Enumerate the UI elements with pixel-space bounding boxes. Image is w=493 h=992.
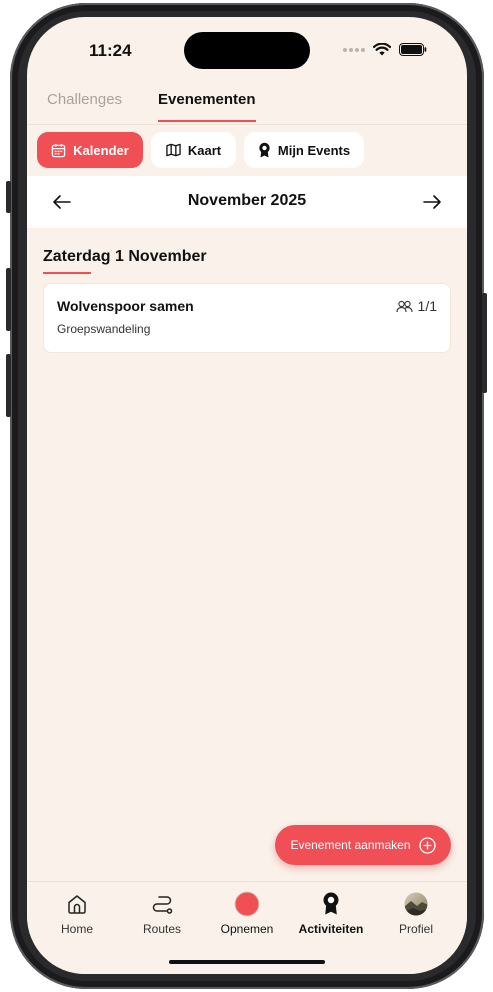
participant-count-value: 1/1 [417, 298, 437, 314]
award-icon [323, 892, 339, 915]
nav-routes-label: Routes [142, 922, 182, 936]
day-heading: Zaterdag 1 November [43, 248, 207, 265]
filter-mijn-events-label: Mijn Events [277, 142, 351, 158]
volume-down-button [6, 354, 11, 417]
nav-profiel[interactable]: Profiel [372, 890, 460, 936]
calendar-icon [51, 143, 66, 157]
tab-evenementen[interactable]: Evenementen [158, 91, 256, 108]
nav-opnemen[interactable]: Opnemen [203, 890, 291, 936]
filter-mijn-events[interactable]: Mijn Events [244, 132, 364, 168]
badge-icon [259, 142, 270, 158]
wifi-icon [373, 43, 391, 56]
month-navigator: November 2025 [27, 176, 467, 228]
filter-kalender-label: Kalender [73, 142, 129, 158]
filter-kaart-label: Kaart [187, 142, 222, 158]
nav-profiel-label: Profiel [398, 922, 433, 936]
nav-home[interactable]: Home [33, 890, 121, 936]
nav-opnemen-label: Opnemen [220, 922, 274, 936]
volume-up-button [6, 268, 11, 331]
nav-home-label: Home [60, 922, 93, 936]
nav-routes[interactable]: Routes [118, 890, 206, 936]
arrow-right-icon[interactable] [420, 190, 444, 214]
tab-challenges[interactable]: Challenges [47, 91, 122, 108]
routes-icon [152, 896, 173, 914]
home-indicator[interactable] [169, 960, 325, 964]
top-tab-bar: Challenges Evenementen [27, 83, 467, 125]
participant-count: 1/1 [395, 298, 437, 314]
active-tab-indicator [158, 120, 256, 122]
nav-activiteiten[interactable]: Activiteiten [287, 890, 375, 936]
plus-circle-icon [418, 836, 436, 854]
power-button [482, 293, 487, 393]
record-icon [234, 891, 260, 917]
signal-icon [343, 47, 365, 52]
app-screen: 11:24 Challenges Evenementen Kalender Ka… [27, 17, 467, 974]
action-button [6, 181, 11, 213]
avatar [404, 892, 428, 916]
create-event-button[interactable]: Evenement aanmaken [275, 825, 451, 865]
filter-kaart[interactable]: Kaart [151, 132, 236, 168]
event-subtitle: Groepswandeling [57, 322, 151, 336]
status-time: 11:24 [89, 41, 132, 60]
status-icons [343, 43, 427, 56]
battery-icon [399, 43, 427, 56]
nav-activiteiten-label: Activiteiten [298, 922, 364, 936]
event-title: Wolvenspoor samen [57, 298, 194, 314]
month-label: November 2025 [187, 192, 307, 209]
filter-kalender[interactable]: Kalender [37, 132, 143, 168]
home-icon [68, 895, 86, 914]
participants-icon [395, 300, 413, 312]
day-heading-underline [43, 272, 91, 274]
dynamic-island [184, 32, 310, 69]
map-icon [166, 143, 181, 157]
create-event-label: Evenement aanmaken [290, 838, 411, 852]
event-card[interactable]: Wolvenspoor samen Groepswandeling 1/1 [43, 283, 451, 353]
